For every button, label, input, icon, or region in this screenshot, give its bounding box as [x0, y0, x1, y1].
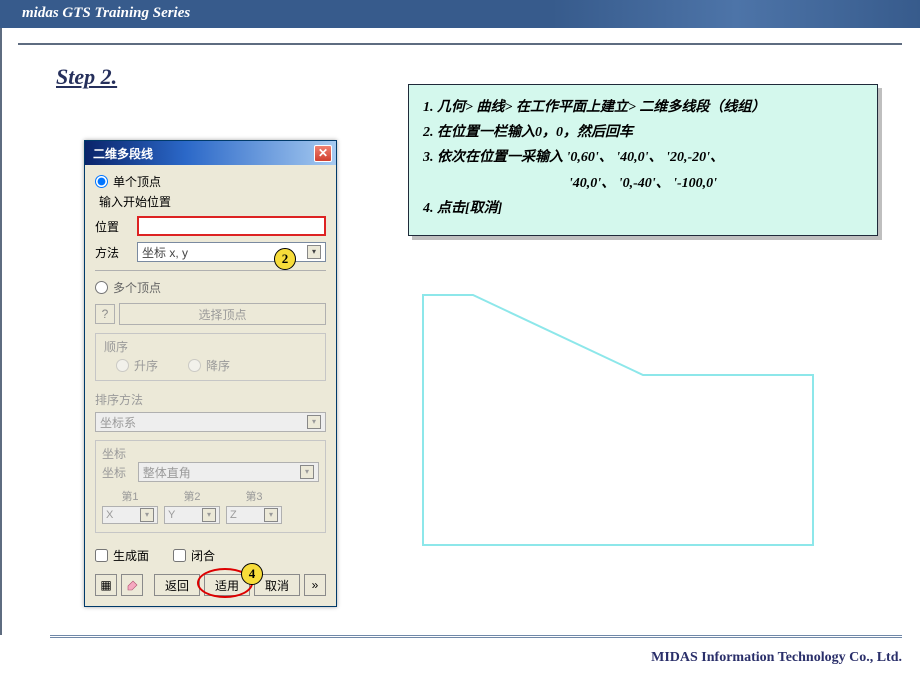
back-button[interactable]: 返回 — [154, 574, 200, 596]
coord-select: 整体直角 ▾ — [138, 462, 319, 482]
multi-vertex-row: 多个顶点 — [95, 279, 326, 296]
desc-option: 降序 — [188, 357, 230, 374]
radio-single-vertex[interactable] — [95, 175, 108, 188]
chevron-right-icon: » — [312, 578, 319, 592]
checkbox-row: 生成面 闭合 — [95, 547, 326, 564]
checkbox-close-input[interactable] — [173, 549, 186, 562]
multi-vertex-label: 多个顶点 — [113, 279, 161, 296]
radio-desc — [188, 359, 201, 372]
sort-select: 坐标系 ▾ — [95, 412, 326, 432]
col1-label: 第1 — [102, 488, 158, 504]
method-label: 方法 — [95, 244, 131, 261]
cell-y: Y▾ — [164, 506, 220, 524]
header-title: midas GTS Training Series — [22, 5, 190, 21]
dialog-title-text: 二维多段线 — [93, 145, 153, 162]
sort-value: 坐标系 — [100, 414, 136, 431]
location-input[interactable] — [137, 216, 326, 236]
button-row: ▦ 返回 适用 取消 » — [95, 574, 326, 596]
dialog-window: 二维多段线 ✕ 单个顶点 输入开始位置 位置 方法 坐标 x, y ▾ 多个顶点… — [84, 140, 337, 607]
close-icon: ✕ — [318, 147, 328, 159]
chevron-down-icon: ▾ — [307, 415, 321, 429]
instr-line-4: 4. 点击[取消] — [423, 196, 863, 221]
coord-title: 坐标 — [102, 445, 319, 462]
accent-vertical — [0, 28, 2, 635]
accent-horizontal — [18, 43, 902, 45]
sort-label: 排序方法 — [95, 391, 326, 408]
chevron-down-icon: ▾ — [202, 508, 216, 522]
close-button[interactable]: ✕ — [314, 145, 332, 162]
grid-icon-button[interactable]: ▦ — [95, 574, 117, 596]
instr-line-3b: '40,0'、 '0,-40'、 '-100,0' — [423, 171, 863, 196]
cell-x: X▾ — [102, 506, 158, 524]
order-fieldset: 顺序 升序 降序 — [95, 333, 326, 381]
grid-icon: ▦ — [100, 578, 111, 592]
radio-asc — [116, 359, 129, 372]
col3-label: 第3 — [226, 488, 282, 504]
method-select[interactable]: 坐标 x, y ▾ — [137, 242, 326, 262]
select-vertex-row: ? 选择顶点 — [95, 299, 326, 329]
coord-block: 坐标 坐标 整体直角 ▾ 第1 第2 第3 X▾ Y▾ Z▾ — [95, 440, 326, 533]
select-vertex-button: 选择顶点 — [119, 303, 326, 325]
asc-option: 升序 — [116, 357, 158, 374]
location-label: 位置 — [95, 218, 131, 235]
eraser-button[interactable] — [121, 574, 143, 596]
radio-multi-vertex[interactable] — [95, 281, 108, 294]
diagram-polyline — [418, 290, 870, 550]
instr-line-1: 1. 几何> 曲线> 在工作平面上建立> 二维多线段（线组） — [423, 95, 863, 120]
header-bar: midas GTS Training Series — [0, 0, 920, 28]
chevron-down-icon: ▾ — [307, 245, 321, 259]
order-title: 顺序 — [104, 338, 317, 355]
eraser-icon — [125, 579, 139, 591]
single-vertex-label: 单个顶点 — [113, 173, 161, 190]
help-icon: ? — [95, 304, 115, 324]
instr-line-3: 3. 依次在位置一采输入 '0,60'、 '40,0'、 '20,-20'、 — [423, 145, 863, 170]
instructions-box: 1. 几何> 曲线> 在工作平面上建立> 二维多线段（线组） 2. 在位置一栏输… — [408, 84, 878, 236]
single-vertex-row: 单个顶点 — [95, 173, 326, 190]
chevron-down-icon: ▾ — [140, 508, 154, 522]
more-button[interactable]: » — [304, 574, 326, 596]
step-title: Step 2. — [56, 64, 117, 90]
start-position-label: 输入开始位置 — [99, 193, 326, 210]
chevron-down-icon: ▾ — [300, 465, 314, 479]
checkbox-close[interactable]: 闭合 — [173, 547, 215, 564]
method-value: 坐标 x, y — [142, 244, 188, 261]
marker-2: 2 — [274, 248, 296, 270]
chevron-down-icon: ▾ — [264, 508, 278, 522]
instr-line-2: 2. 在位置一栏输入0，0，然后回车 — [423, 120, 863, 145]
location-row: 位置 — [95, 216, 326, 236]
coord-label: 坐标 — [102, 464, 132, 481]
checkbox-face-input[interactable] — [95, 549, 108, 562]
footer-separator — [50, 635, 902, 638]
marker-4: 4 — [241, 563, 263, 585]
cell-z: Z▾ — [226, 506, 282, 524]
coord-value: 整体直角 — [143, 464, 191, 481]
col2-label: 第2 — [164, 488, 220, 504]
dialog-titlebar[interactable]: 二维多段线 ✕ — [85, 141, 336, 165]
separator — [95, 270, 326, 271]
checkbox-face[interactable]: 生成面 — [95, 547, 149, 564]
sort-row: 排序方法 坐标系 ▾ — [95, 391, 326, 432]
footer-text: MIDAS Information Technology Co., Ltd. — [651, 650, 902, 666]
dialog-body: 单个顶点 输入开始位置 位置 方法 坐标 x, y ▾ 多个顶点 ? 选择顶点 … — [85, 165, 336, 606]
